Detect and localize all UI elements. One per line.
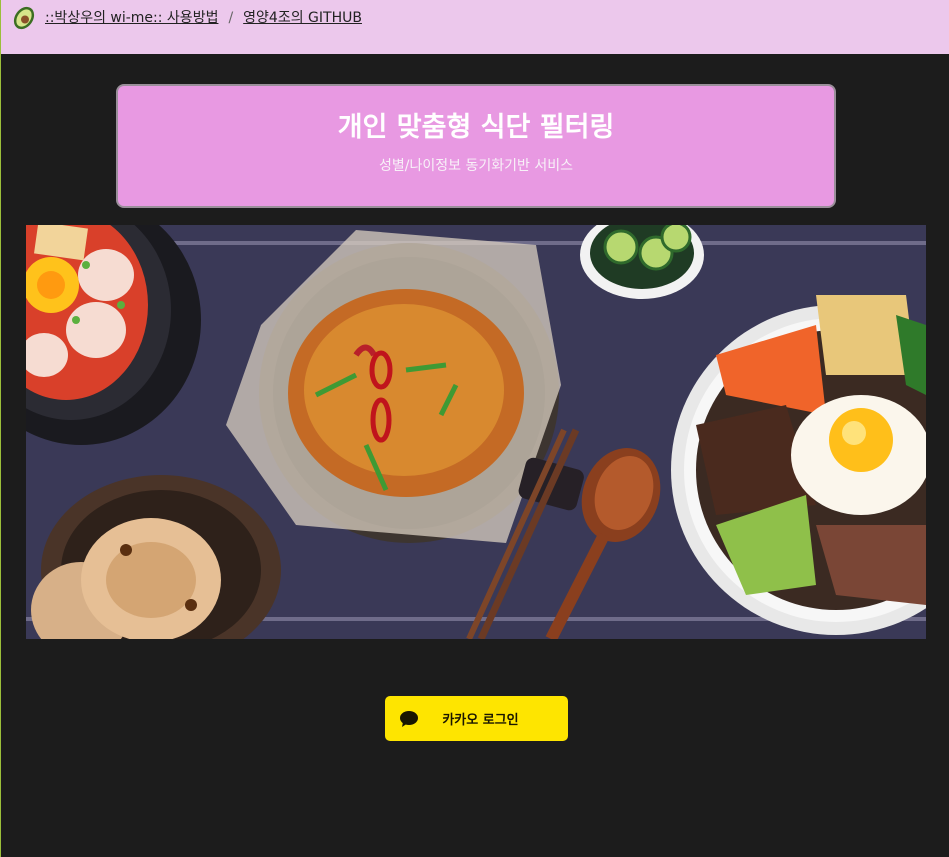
speech-bubble-icon bbox=[400, 710, 418, 727]
cucumber-dish-illustration bbox=[580, 225, 704, 299]
page-title: 개인 맞춤형 식단 필터링 bbox=[337, 112, 615, 143]
food-banner-image bbox=[26, 225, 926, 639]
hotteok-illustration bbox=[31, 475, 281, 639]
page-subtitle: 성별/나이정보 동기화기반 서비스 bbox=[379, 158, 573, 174]
kakao-login-label: 카카오 로그인 bbox=[442, 713, 519, 728]
breadcrumb-link-guide[interactable]: ::박상우의 wi-me:: 사용방법 bbox=[45, 6, 218, 30]
hero-card: 개인 맞춤형 식단 필터링 성별/나이정보 동기화기반 서비스 bbox=[116, 84, 836, 208]
pajeon-illustration bbox=[226, 230, 561, 543]
breadcrumb: ::박상우의 wi-me:: 사용방법 / 영양4조의 GITHUB bbox=[1, 0, 949, 54]
stew-pot-illustration bbox=[26, 225, 201, 445]
breadcrumb-link-github[interactable]: 영양4조의 GITHUB bbox=[243, 6, 362, 30]
breadcrumb-separator: / bbox=[228, 10, 234, 26]
bibimbap-illustration bbox=[671, 295, 926, 635]
kakao-login-button[interactable]: 카카오 로그인 bbox=[385, 696, 568, 741]
avocado-icon bbox=[13, 6, 35, 30]
